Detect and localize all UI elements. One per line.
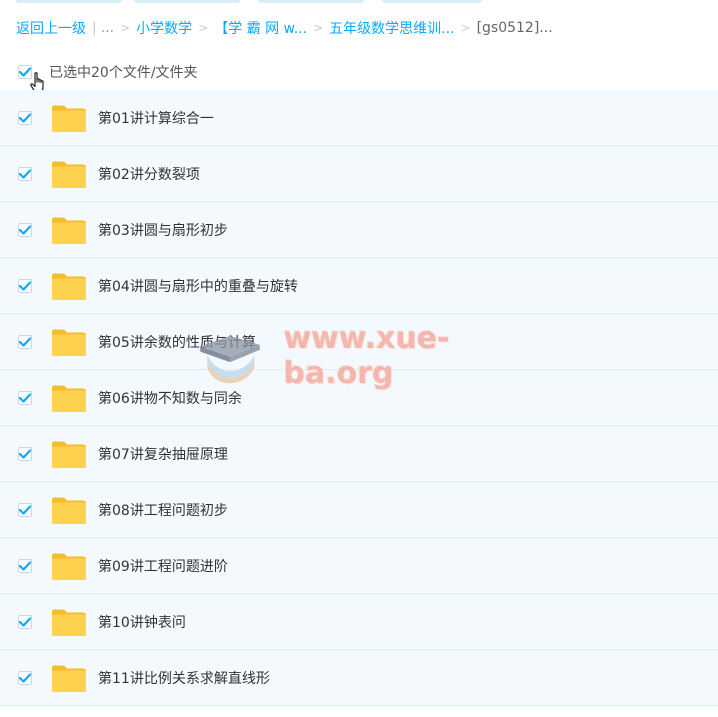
- file-name[interactable]: 第08讲工程问题初步: [98, 500, 228, 520]
- file-name[interactable]: 第05讲余数的性质与计算: [98, 332, 256, 352]
- file-checkbox[interactable]: [18, 334, 32, 349]
- chevron-right-icon: >: [313, 21, 324, 35]
- file-row[interactable]: 第06讲物不知数与同余: [0, 370, 718, 426]
- file-row[interactable]: 第11讲比例关系求解直线形: [0, 650, 718, 706]
- checkmark-icon: [19, 560, 31, 571]
- file-row[interactable]: 第01讲计算综合一: [0, 90, 718, 146]
- checkmark-icon: [19, 448, 31, 459]
- file-checkbox[interactable]: [18, 390, 32, 405]
- folder-icon: [51, 327, 87, 357]
- folder-icon: [51, 663, 87, 693]
- top-tab-strip-4: [382, 0, 482, 3]
- folder-icon: [51, 551, 87, 581]
- file-checkbox[interactable]: [18, 670, 32, 685]
- file-checkbox[interactable]: [18, 558, 32, 573]
- checkmark-icon: [19, 112, 31, 123]
- file-checkbox[interactable]: [18, 614, 32, 629]
- breadcrumb-ellipsis[interactable]: ...: [101, 20, 114, 36]
- breadcrumb-item-math[interactable]: 小学数学: [136, 18, 192, 38]
- file-browser: 返回上一级 | ... > 小学数学 > 【学 霸 网 w... > 五年级数学…: [0, 0, 718, 717]
- checkmark-icon: [19, 672, 31, 683]
- file-checkbox[interactable]: [18, 278, 32, 293]
- breadcrumb: 返回上一级 | ... > 小学数学 > 【学 霸 网 w... > 五年级数学…: [16, 16, 553, 40]
- folder-icon: [51, 607, 87, 637]
- checkmark-icon: [19, 616, 31, 627]
- breadcrumb-item-xueba[interactable]: 【学 霸 网 w...: [214, 18, 307, 38]
- folder-icon: [51, 103, 87, 133]
- file-row[interactable]: 第07讲复杂抽屉原理: [0, 426, 718, 482]
- top-tab-strip-1: [16, 0, 122, 3]
- file-name[interactable]: 第06讲物不知数与同余: [98, 388, 242, 408]
- top-tab-strip-3: [258, 0, 364, 3]
- file-name[interactable]: 第03讲圆与扇形初步: [98, 220, 228, 240]
- select-all-bar: 已选中20个文件/文件夹: [0, 54, 718, 93]
- file-row[interactable]: 第10讲钟表问: [0, 594, 718, 650]
- file-name[interactable]: 第11讲比例关系求解直线形: [98, 668, 270, 688]
- file-list: 第01讲计算综合一 第02讲分数裂项第03讲圆与扇形初步第04讲圆与扇形中的重叠与…: [0, 90, 718, 706]
- folder-icon: [51, 439, 87, 469]
- folder-icon: [51, 159, 87, 189]
- breadcrumb-divider: |: [92, 20, 97, 36]
- folder-icon: [51, 495, 87, 525]
- file-checkbox[interactable]: [18, 446, 32, 461]
- file-checkbox[interactable]: [18, 110, 32, 125]
- file-row[interactable]: 第08讲工程问题初步: [0, 482, 718, 538]
- file-checkbox[interactable]: [18, 166, 32, 181]
- file-name[interactable]: 第04讲圆与扇形中的重叠与旋转: [98, 276, 298, 296]
- checkmark-icon: [19, 336, 31, 347]
- back-link[interactable]: 返回上一级: [16, 18, 86, 38]
- file-row[interactable]: 第09讲工程问题进阶: [0, 538, 718, 594]
- folder-icon: [51, 215, 87, 245]
- file-row[interactable]: 第03讲圆与扇形初步: [0, 202, 718, 258]
- checkmark-icon: [19, 504, 31, 515]
- breadcrumb-current: [gs0512]...: [476, 20, 553, 36]
- chevron-right-icon: >: [460, 21, 471, 35]
- file-name[interactable]: 第07讲复杂抽屉原理: [98, 444, 228, 464]
- file-row[interactable]: 第02讲分数裂项: [0, 146, 718, 202]
- file-name[interactable]: 第10讲钟表问: [98, 612, 186, 632]
- breadcrumb-item-grade5[interactable]: 五年级数学思维训...: [329, 18, 454, 38]
- file-name[interactable]: 第09讲工程问题进阶: [98, 556, 228, 576]
- file-name[interactable]: 第01讲计算综合一: [98, 108, 214, 128]
- file-checkbox[interactable]: [18, 222, 32, 237]
- checkmark-icon: [19, 168, 31, 179]
- checkmark-icon: [19, 280, 31, 291]
- file-row[interactable]: 第04讲圆与扇形中的重叠与旋转: [0, 258, 718, 314]
- file-row[interactable]: 第05讲余数的性质与计算: [0, 314, 718, 370]
- folder-icon: [51, 271, 87, 301]
- chevron-right-icon: >: [198, 21, 209, 35]
- file-name[interactable]: 第02讲分数裂项: [98, 164, 200, 184]
- folder-icon: [51, 383, 87, 413]
- chevron-right-icon: >: [120, 21, 131, 35]
- selection-count-label: 已选中20个文件/文件夹: [49, 65, 198, 81]
- top-tab-strip-2: [134, 0, 240, 3]
- file-checkbox[interactable]: [18, 502, 32, 517]
- checkmark-icon: [19, 392, 31, 403]
- checkmark-icon: [19, 224, 31, 235]
